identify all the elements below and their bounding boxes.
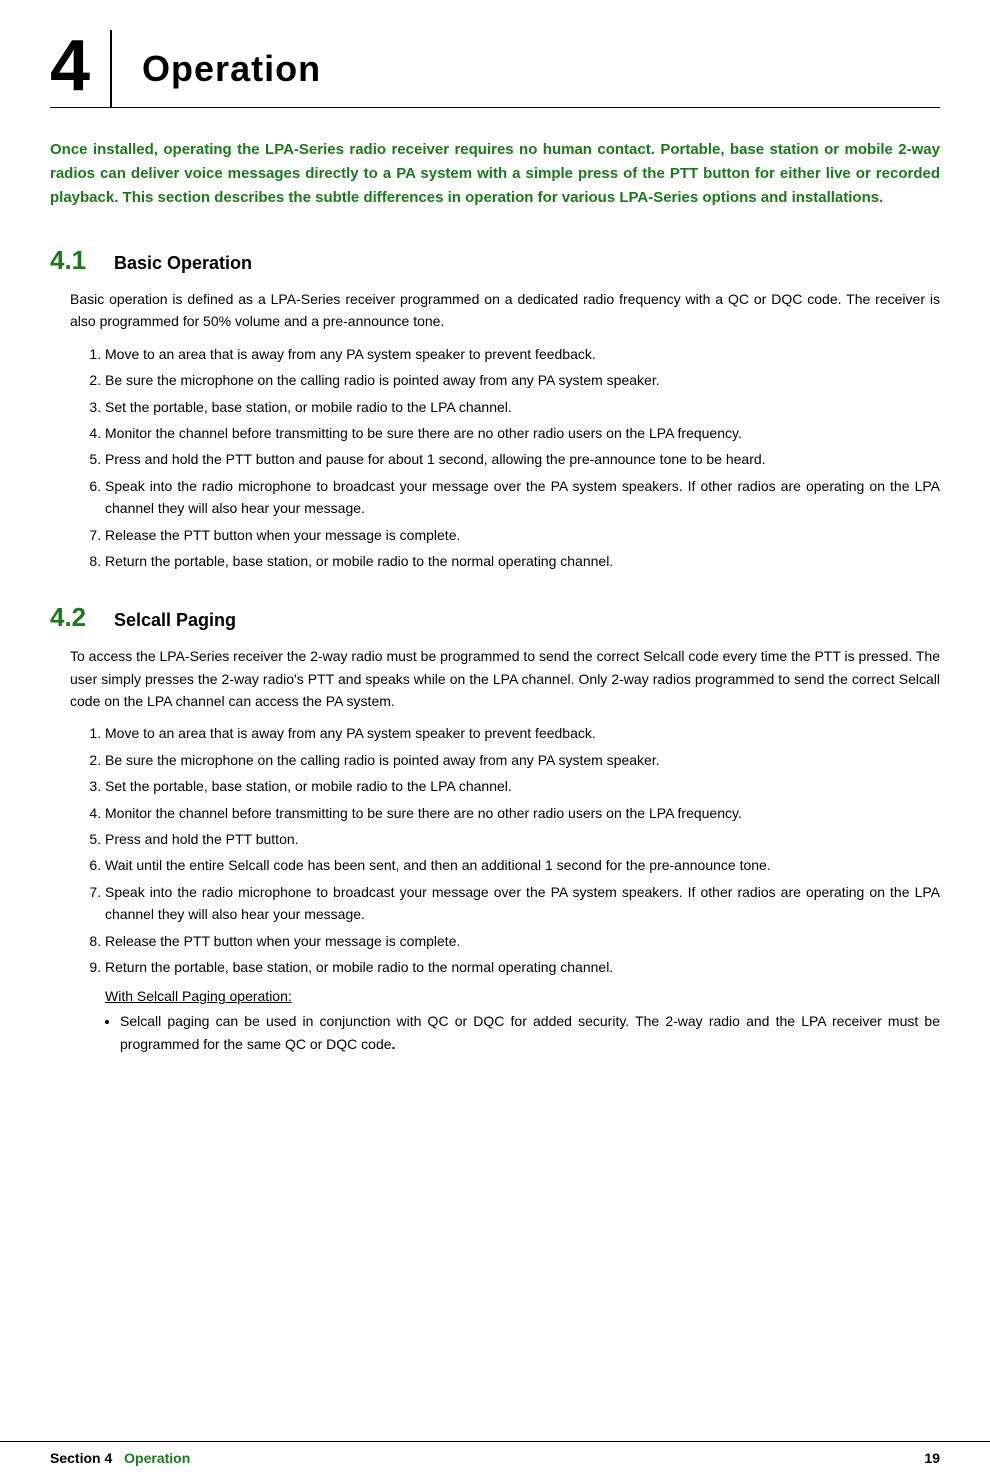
step-item-0-0: Move to an area that is away from any PA…: [105, 343, 940, 365]
step-item-1-3: Monitor the channel before transmitting …: [105, 802, 940, 824]
step-item-1-8: Return the portable, base station, or mo…: [105, 956, 940, 978]
step-item-0-5: Speak into the radio microphone to broad…: [105, 475, 940, 520]
steps-list-0: Move to an area that is away from any PA…: [50, 343, 940, 573]
step-item-1-2: Set the portable, base station, or mobil…: [105, 775, 940, 797]
subsection-header-0: 4.1 Basic Operation: [50, 245, 940, 276]
footer-section-value: Operation: [124, 1450, 190, 1466]
step-item-1-4: Press and hold the PTT button.: [105, 828, 940, 850]
step-item-0-2: Set the portable, base station, or mobil…: [105, 396, 940, 418]
subheading-1: With Selcall Paging operation:: [50, 988, 940, 1004]
step-item-0-1: Be sure the microphone on the calling ra…: [105, 369, 940, 391]
step-item-1-6: Speak into the radio microphone to broad…: [105, 881, 940, 926]
step-item-1-5: Wait until the entire Selcall code has b…: [105, 854, 940, 876]
subsection-4-1: 4.1 Basic Operation Basic operation is def…: [50, 245, 940, 572]
bullet-item-1-0: Selcall paging can be used in conjunctio…: [120, 1010, 940, 1055]
step-item-0-3: Monitor the channel before transmitting …: [105, 422, 940, 444]
bullet-list-1: Selcall paging can be used in conjunctio…: [50, 1010, 940, 1055]
bullet-bold-1-0: .: [392, 1036, 396, 1052]
subsection-number-1: 4.2: [50, 602, 100, 633]
step-item-1-1: Be sure the microphone on the calling ra…: [105, 749, 940, 771]
page-container: 4 Operation Once installed, operating th…: [0, 0, 990, 1055]
steps-list-1: Move to an area that is away from any PA…: [50, 722, 940, 978]
subsection-title-0: Basic Operation: [114, 253, 252, 274]
subsection-intro-1: To access the LPA-Series receiver the 2-…: [50, 645, 940, 712]
section-number: 4: [50, 30, 112, 107]
footer-page-number: 19: [924, 1450, 940, 1466]
footer-section-label: Section 4: [50, 1450, 112, 1466]
step-item-1-7: Release the PTT button when your message…: [105, 930, 940, 952]
subsection-intro-0: Basic operation is defined as a LPA-Seri…: [50, 288, 940, 333]
footer-left: Section 4 Operation: [50, 1450, 190, 1466]
step-item-0-4: Press and hold the PTT button and pause …: [105, 448, 940, 470]
step-item-0-7: Return the portable, base station, or mo…: [105, 550, 940, 572]
section-header: 4 Operation: [50, 30, 940, 108]
subsection-4-2: 4.2 Selcall Paging To access the LPA-Serie…: [50, 602, 940, 1055]
subsection-title-1: Selcall Paging: [114, 610, 236, 631]
sections-container: 4.1 Basic Operation Basic operation is def…: [50, 245, 940, 1055]
intro-paragraph: Once installed, operating the LPA-Series…: [50, 138, 940, 210]
subsection-header-1: 4.2 Selcall Paging: [50, 602, 940, 633]
subsection-number-0: 4.1: [50, 245, 100, 276]
step-item-0-6: Release the PTT button when your message…: [105, 524, 940, 546]
section-title: Operation: [142, 48, 321, 90]
step-item-1-0: Move to an area that is away from any PA…: [105, 722, 940, 744]
page-footer: Section 4 Operation 19: [0, 1441, 990, 1474]
